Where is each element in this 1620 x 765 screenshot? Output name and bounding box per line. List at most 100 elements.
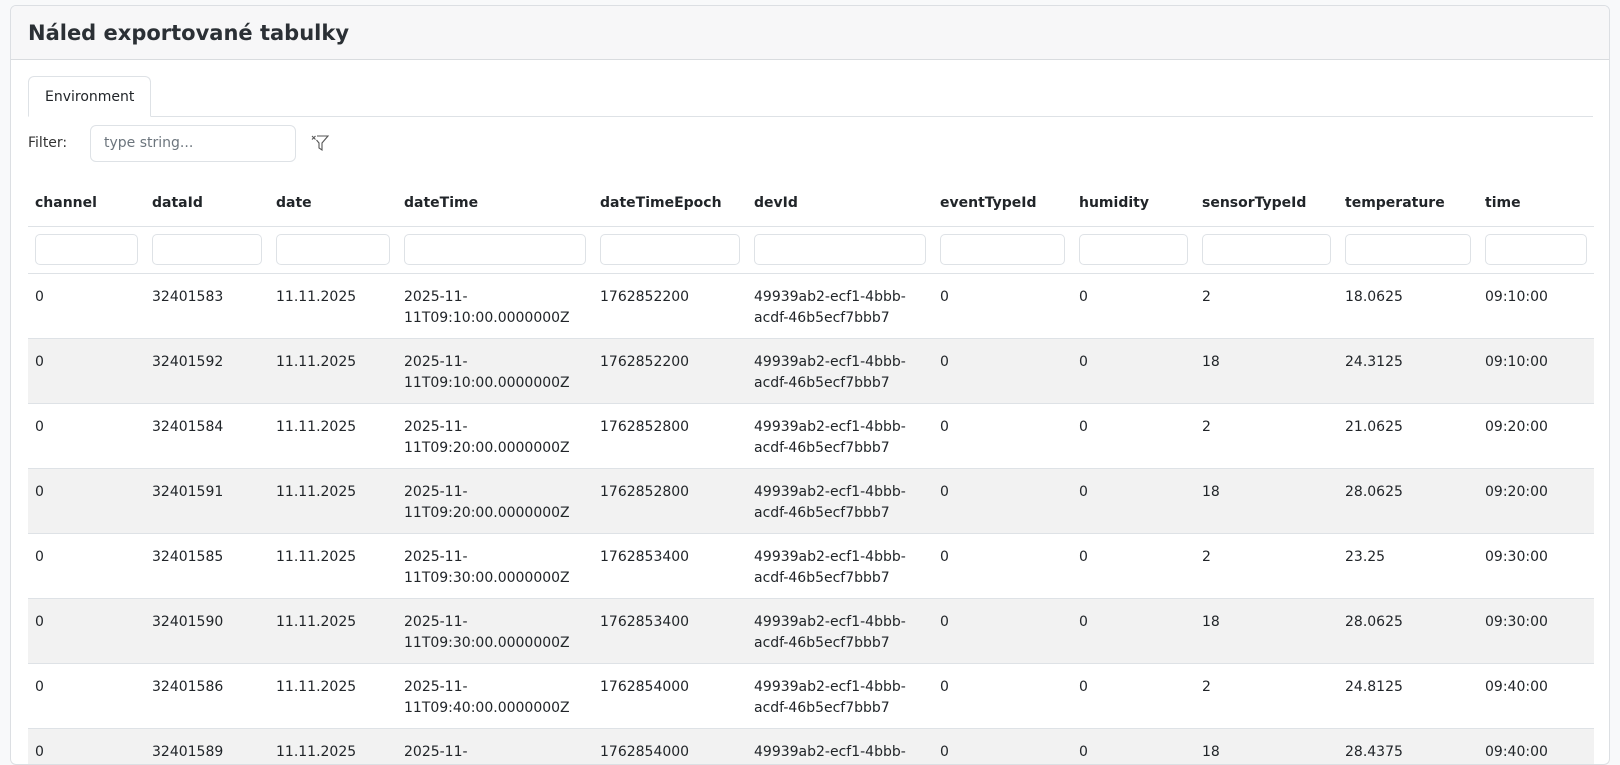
cell-devId: 49939ab2-ecf1-4bbb-acdf-46b5ecf7bbb7 — [747, 338, 933, 404]
cell-humidity: 0 — [1072, 403, 1195, 469]
cell-date: 11.11.2025 — [269, 338, 397, 404]
cell-humidity: 0 — [1072, 533, 1195, 599]
tab-bar: Environment — [28, 76, 1593, 117]
cell-channel: 0 — [28, 728, 145, 764]
cell-eventTypeId: 0 — [933, 338, 1072, 404]
cell-humidity: 0 — [1072, 663, 1195, 729]
cell-date: 11.11.2025 — [269, 663, 397, 729]
table-row: 03240158911.11.20252025-11-11T09:40:00.0… — [28, 728, 1594, 764]
cell-date: 11.11.2025 — [269, 533, 397, 599]
cell-dateTime: 2025-11-11T09:20:00.0000000Z — [397, 468, 593, 534]
cell-time: 09:40:00 — [1478, 663, 1594, 729]
clear-filter-icon[interactable] — [310, 133, 330, 153]
cell-sensorTypeId: 2 — [1195, 533, 1338, 599]
column-header-time[interactable]: time — [1478, 181, 1594, 227]
tab-environment[interactable]: Environment — [28, 76, 152, 117]
cell-devId: 49939ab2-ecf1-4bbb-acdf-46b5ecf7bbb7 — [747, 403, 933, 469]
cell-dateTimeEpoch: 1762852200 — [593, 273, 747, 339]
cell-temperature: 28.4375 — [1338, 728, 1478, 764]
column-filter-input-dataId[interactable] — [152, 234, 262, 265]
cell-temperature: 24.3125 — [1338, 338, 1478, 404]
cell-sensorTypeId: 18 — [1195, 598, 1338, 664]
table-row: 0 32401590 11.11.2025 2025-11-11T09:30:00.0… — [28, 598, 1594, 664]
cell-date: 11.11.2025 — [269, 273, 397, 339]
cell-time: 09:10:00 — [1478, 338, 1594, 404]
cell-date: 11.11.2025 — [269, 468, 397, 534]
cell-temperature: 28.0625 — [1338, 598, 1478, 664]
cell-dataId: 32401589 — [145, 728, 269, 764]
cell-date: 11.11.2025 — [269, 598, 397, 664]
cell-devId: 49939ab2-ecf1-4bbb-acdf-46b5ecf7bbb7 — [747, 533, 933, 599]
cell-eventTypeId: 0 — [933, 533, 1072, 599]
table-row: 0 32401584 11.11.2025 2025-11-11T09:20:00.0… — [28, 403, 1594, 469]
cell-eventTypeId: 0 — [933, 468, 1072, 534]
cell-sensorTypeId: 18 — [1195, 468, 1338, 534]
cell-dateTimeEpoch: 1762854000 — [593, 728, 747, 764]
cell-dataId: 32401590 — [145, 598, 269, 664]
cell-sensorTypeId: 18 — [1195, 728, 1338, 764]
column-filter-input-dateTimeEpoch[interactable] — [600, 234, 740, 265]
column-filter-input-channel[interactable] — [35, 234, 138, 265]
column-filter-cell — [1195, 226, 1338, 274]
cell-date: 11.11.2025 — [269, 403, 397, 469]
cell-channel: 0 — [28, 468, 145, 534]
cell-humidity: 0 — [1072, 338, 1195, 404]
column-filter-input-dateTime[interactable] — [404, 234, 586, 265]
table-row: 0 32401591 11.11.2025 2025-11-11T09:20:00.0… — [28, 468, 1594, 534]
cell-dateTime: 2025-11-11T09:30:00.0000000Z — [397, 533, 593, 599]
column-filter-input-humidity[interactable] — [1079, 234, 1188, 265]
filter-input[interactable] — [90, 124, 296, 162]
column-header-channel[interactable]: channel — [28, 181, 145, 227]
cell-temperature: 28.0625 — [1338, 468, 1478, 534]
cell-time: 09:30:00 — [1478, 598, 1594, 664]
cell-devId: 49939ab2-ecf1-4bbb-acdf-46b5ecf7bbb7 — [747, 663, 933, 729]
column-filter-cell — [1072, 226, 1195, 274]
column-filter-input-time[interactable] — [1485, 234, 1587, 265]
column-filter-cell — [747, 226, 933, 274]
cell-humidity: 0 — [1072, 468, 1195, 534]
cell-channel: 0 — [28, 598, 145, 664]
cell-dataId: 32401584 — [145, 403, 269, 469]
cell-devId: 49939ab2-ecf1-4bbb-acdf-46b5ecf7bbb7 — [747, 728, 933, 764]
cell-time: 09:30:00 — [1478, 533, 1594, 599]
column-header-dateTimeEpoch[interactable]: dateTimeEpoch — [593, 181, 747, 227]
column-header-humidity[interactable]: humidity — [1072, 181, 1195, 227]
column-header-temperature[interactable]: temperature — [1338, 181, 1478, 227]
page-title: Náled exportované tabulky — [28, 20, 350, 45]
table-row: 0 32401586 11.11.2025 2025-11-11T09:40:00.0… — [28, 663, 1594, 729]
column-header-dateTime[interactable]: dateTime — [397, 181, 593, 227]
column-filter-input-sensorTypeId[interactable] — [1202, 234, 1331, 265]
column-filter-cell — [28, 226, 145, 274]
column-filter-input-devId[interactable] — [754, 234, 926, 265]
card-header: Náled exportované tabulky — [11, 6, 1609, 60]
column-filter-cell — [1478, 226, 1594, 274]
column-header-date[interactable]: date — [269, 181, 397, 227]
column-header-eventTypeId[interactable]: eventTypeId — [933, 181, 1072, 227]
cell-dateTimeEpoch: 1762852800 — [593, 403, 747, 469]
column-header-sensorTypeId[interactable]: sensorTypeId — [1195, 181, 1338, 227]
cell-dateTime: 2025-11-11T09:40:00.0000000Z — [397, 728, 593, 764]
column-filter-cell — [269, 226, 397, 274]
cell-temperature: 21.0625 — [1338, 403, 1478, 469]
column-filter-input-eventTypeId[interactable] — [940, 234, 1065, 265]
table-row: 0 32401583 11.11.2025 2025-11-11T09:10:00.0… — [28, 273, 1594, 339]
column-header-devId[interactable]: devId — [747, 181, 933, 227]
cell-temperature: 23.25 — [1338, 533, 1478, 599]
cell-eventTypeId: 0 — [933, 598, 1072, 664]
table-row: 0 32401585 11.11.2025 2025-11-11T09:30:00.0… — [28, 533, 1594, 599]
column-filter-input-date[interactable] — [276, 234, 390, 265]
cell-dataId: 32401592 — [145, 338, 269, 404]
cell-humidity: 0 — [1072, 598, 1195, 664]
cell-time: 09:20:00 — [1478, 468, 1594, 534]
cell-dataId: 32401591 — [145, 468, 269, 534]
cell-dateTime: 2025-11-11T09:30:00.0000000Z — [397, 598, 593, 664]
cell-dateTimeEpoch: 1762852800 — [593, 468, 747, 534]
cell-eventTypeId: 0 — [933, 403, 1072, 469]
column-filter-input-temperature[interactable] — [1345, 234, 1471, 265]
cell-eventTypeId: 0 — [933, 728, 1072, 764]
cell-dataId: 32401585 — [145, 533, 269, 599]
cell-eventTypeId: 0 — [933, 273, 1072, 339]
cell-dateTime: 2025-11-11T09:40:00.0000000Z — [397, 663, 593, 729]
cell-dataId: 32401586 — [145, 663, 269, 729]
column-header-dataId[interactable]: dataId — [145, 181, 269, 227]
